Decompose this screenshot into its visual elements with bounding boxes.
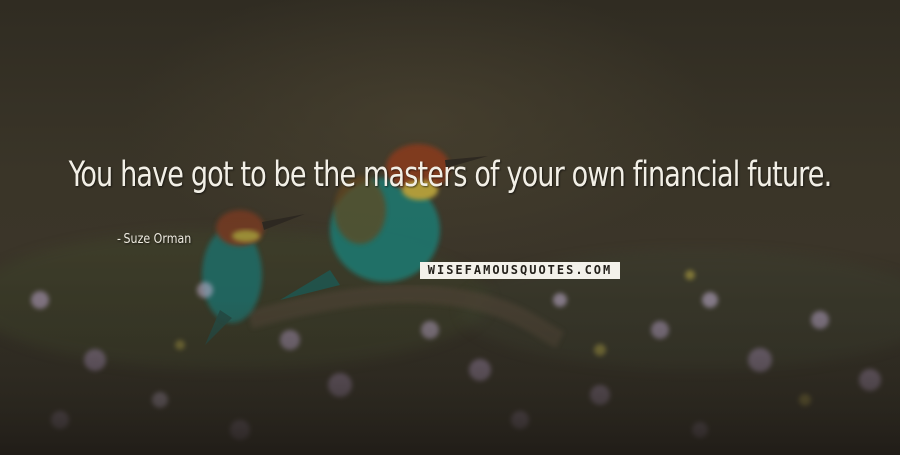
background-photo-bee-eaters (0, 144, 900, 455)
quote-author: - Suze Orman (117, 232, 191, 247)
quote-text: You have got to be the masters of your o… (68, 155, 833, 195)
quote-card: You have got to be the masters of your o… (0, 0, 900, 455)
watermark-logo: WISEFAMOUSQUOTES.COM (420, 262, 620, 279)
author-name: Suze Orman (123, 232, 192, 247)
author-dash: - (117, 232, 121, 247)
